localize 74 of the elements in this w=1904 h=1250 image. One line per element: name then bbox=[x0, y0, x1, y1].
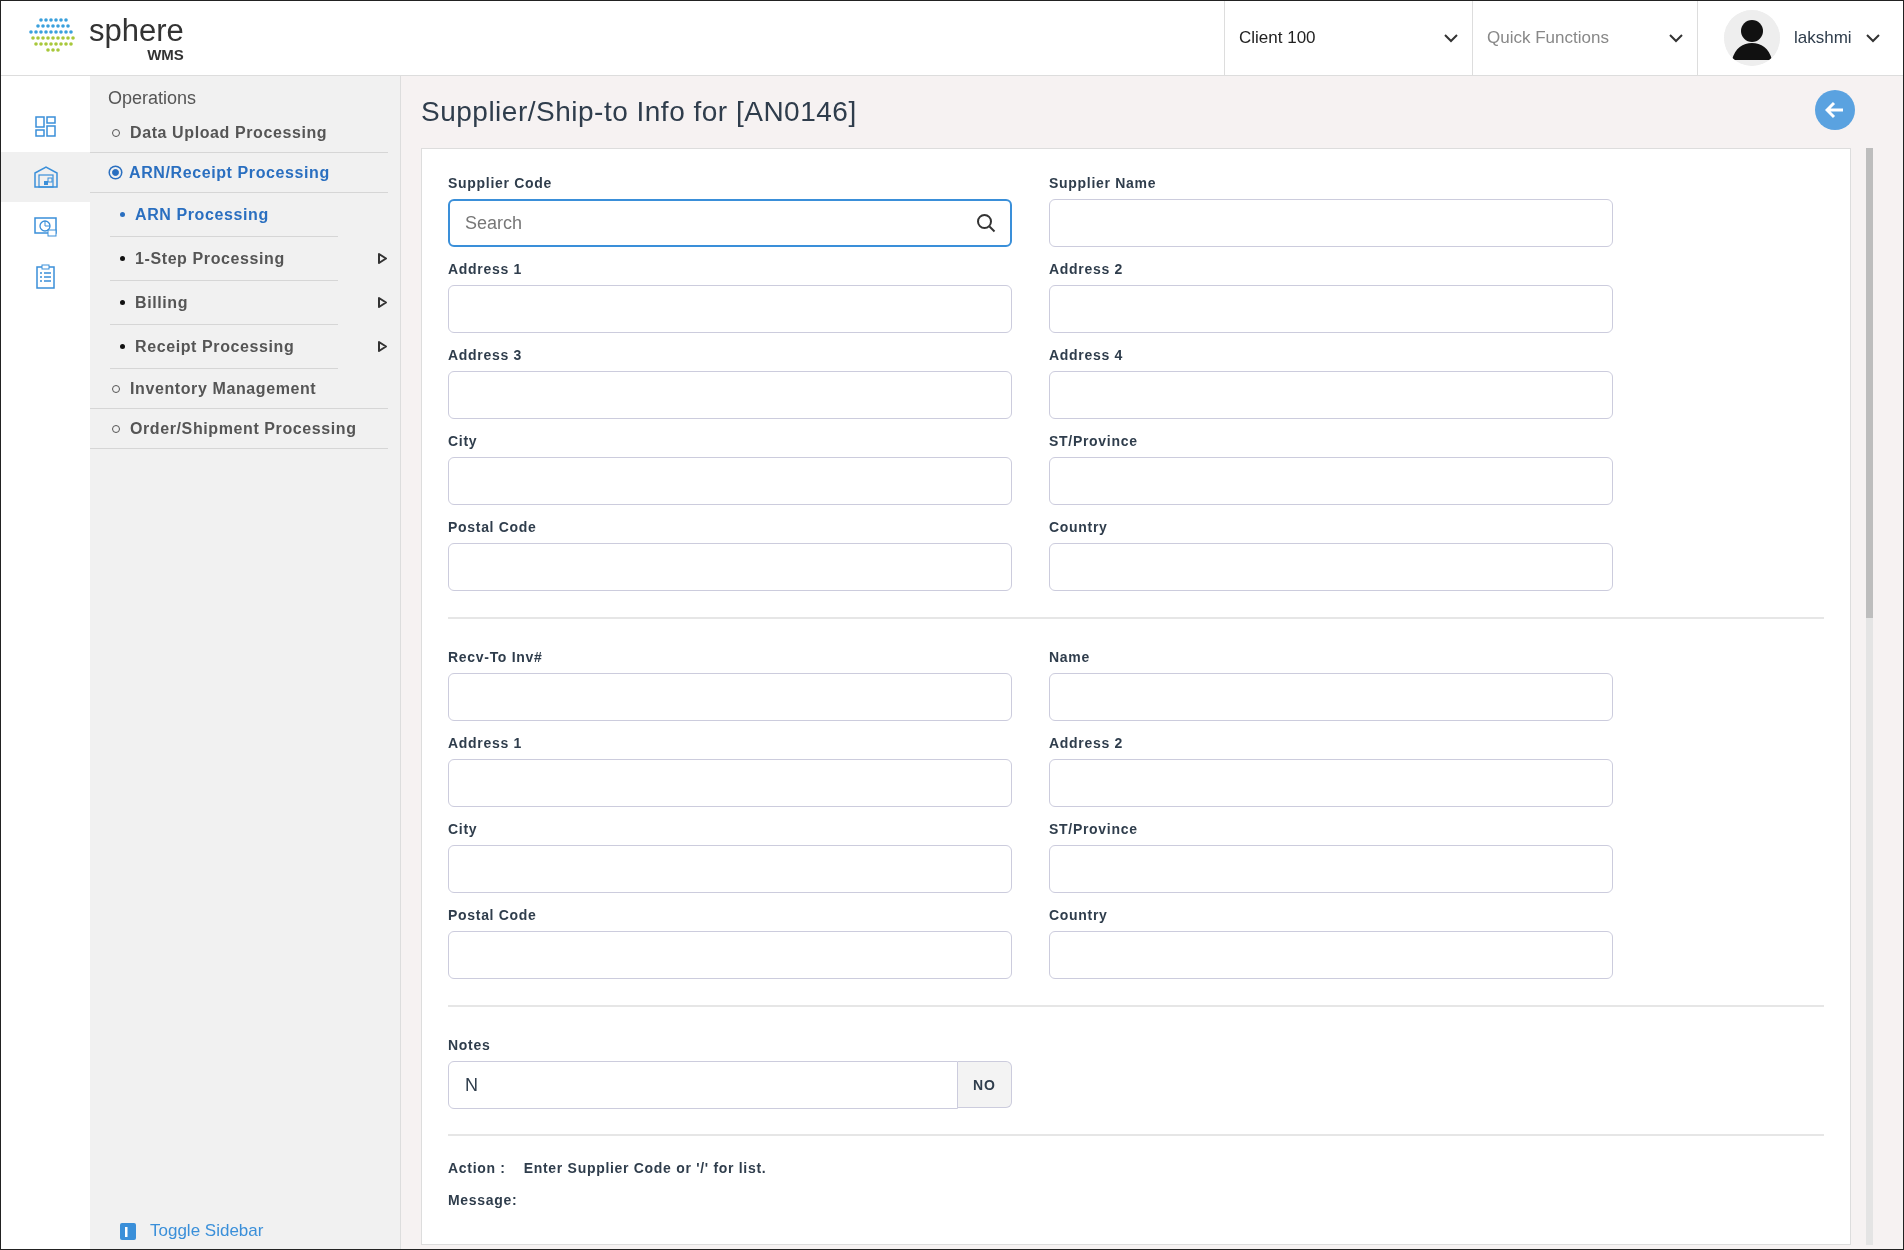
field-label: Postal Code bbox=[448, 907, 538, 923]
quick-functions-dropdown[interactable]: Quick Functions bbox=[1472, 1, 1697, 75]
nav-rail-button[interactable] bbox=[1, 152, 90, 202]
field-label: Address 1 bbox=[448, 735, 523, 751]
sidebar-toggle-icon bbox=[120, 1222, 136, 1240]
field-label: Country bbox=[1049, 907, 1109, 923]
user-menu[interactable]: lakshmi bbox=[1697, 1, 1903, 75]
sidebar-subitem[interactable]: Billing bbox=[110, 281, 338, 325]
back-button[interactable] bbox=[1815, 90, 1855, 130]
field-label: Name bbox=[1049, 649, 1091, 665]
field-label: Address 3 bbox=[448, 347, 523, 363]
input-field[interactable] bbox=[1049, 931, 1613, 979]
selected-radio-icon bbox=[112, 169, 119, 176]
field-label: City bbox=[448, 821, 479, 837]
sidebar-subitem[interactable]: ARN Processing bbox=[110, 193, 338, 237]
field-label: Address 2 bbox=[1049, 261, 1124, 277]
bullet-icon bbox=[120, 256, 125, 261]
input-field[interactable] bbox=[448, 931, 1012, 979]
chevron-down-icon bbox=[1444, 33, 1458, 43]
page-title: Supplier/Ship-to Info for [AN0146] bbox=[421, 95, 857, 129]
input-field[interactable] bbox=[448, 673, 1012, 721]
action-label: Action : bbox=[448, 1160, 506, 1176]
bullet-icon bbox=[120, 300, 125, 305]
chart-monitor-icon bbox=[32, 214, 59, 240]
input-field[interactable] bbox=[448, 285, 1012, 333]
input-field[interactable] bbox=[1049, 199, 1613, 247]
notes-field[interactable]: N bbox=[448, 1061, 958, 1109]
client-dropdown[interactable]: Client 100 bbox=[1224, 1, 1472, 75]
sidebar-item[interactable]: Data Upload Processing bbox=[90, 113, 388, 153]
input-field[interactable] bbox=[448, 543, 1012, 591]
input-field[interactable] bbox=[1049, 543, 1613, 591]
field-label: Supplier Code bbox=[448, 175, 553, 191]
logo-text: sphere bbox=[89, 14, 184, 46]
dashboard-icon bbox=[32, 114, 59, 140]
input-field[interactable] bbox=[1049, 759, 1613, 807]
scrollbar[interactable] bbox=[1866, 148, 1873, 1245]
chevron-down-icon bbox=[1669, 33, 1683, 43]
logo-subtext: WMS bbox=[147, 46, 184, 62]
chevron-down-icon bbox=[1865, 33, 1880, 43]
input-field[interactable] bbox=[1049, 673, 1613, 721]
field-label: Address 1 bbox=[448, 261, 523, 277]
field-label: Postal Code bbox=[448, 519, 538, 535]
field-label: ST/Province bbox=[1049, 821, 1139, 837]
field-label: Address 4 bbox=[1049, 347, 1124, 363]
bullet-icon bbox=[120, 212, 125, 217]
sidebar-subitem[interactable]: Receipt Processing bbox=[110, 325, 338, 369]
input-field[interactable] bbox=[1049, 371, 1613, 419]
notes-addon: NO bbox=[958, 1061, 1012, 1108]
sidebar-item[interactable]: Order/Shipment Processing bbox=[90, 409, 388, 449]
field-label: City bbox=[448, 433, 479, 449]
field-label: Address 2 bbox=[1049, 735, 1124, 751]
sidebar-item[interactable]: Inventory Management bbox=[90, 369, 388, 409]
input-field[interactable] bbox=[1049, 285, 1613, 333]
sidebar-item[interactable]: ARN/Receipt Processing bbox=[90, 153, 388, 193]
warehouse-icon bbox=[32, 164, 59, 190]
field-label: ST/Province bbox=[1049, 433, 1139, 449]
action-text: Enter Supplier Code or '/' for list. bbox=[523, 1160, 767, 1176]
input-field[interactable] bbox=[448, 845, 1012, 893]
arrow-left-icon bbox=[1825, 101, 1845, 119]
search-field[interactable]: Search bbox=[448, 199, 1012, 247]
input-field[interactable] bbox=[448, 371, 1012, 419]
search-icon[interactable] bbox=[976, 213, 996, 233]
message-label: Message: bbox=[448, 1192, 518, 1208]
field-label: Notes bbox=[448, 1037, 492, 1053]
bullet-icon bbox=[120, 344, 125, 349]
sidebar-heading: Operations bbox=[107, 87, 198, 110]
input-field[interactable] bbox=[1049, 457, 1613, 505]
field-label: Country bbox=[1049, 519, 1109, 535]
input-field[interactable] bbox=[448, 457, 1012, 505]
input-field[interactable] bbox=[448, 759, 1012, 807]
sidebar-subitem[interactable]: 1-Step Processing bbox=[110, 237, 338, 281]
field-label: Recv-To Inv# bbox=[448, 649, 544, 665]
field-label: Supplier Name bbox=[1049, 175, 1158, 191]
input-field[interactable] bbox=[1049, 845, 1613, 893]
